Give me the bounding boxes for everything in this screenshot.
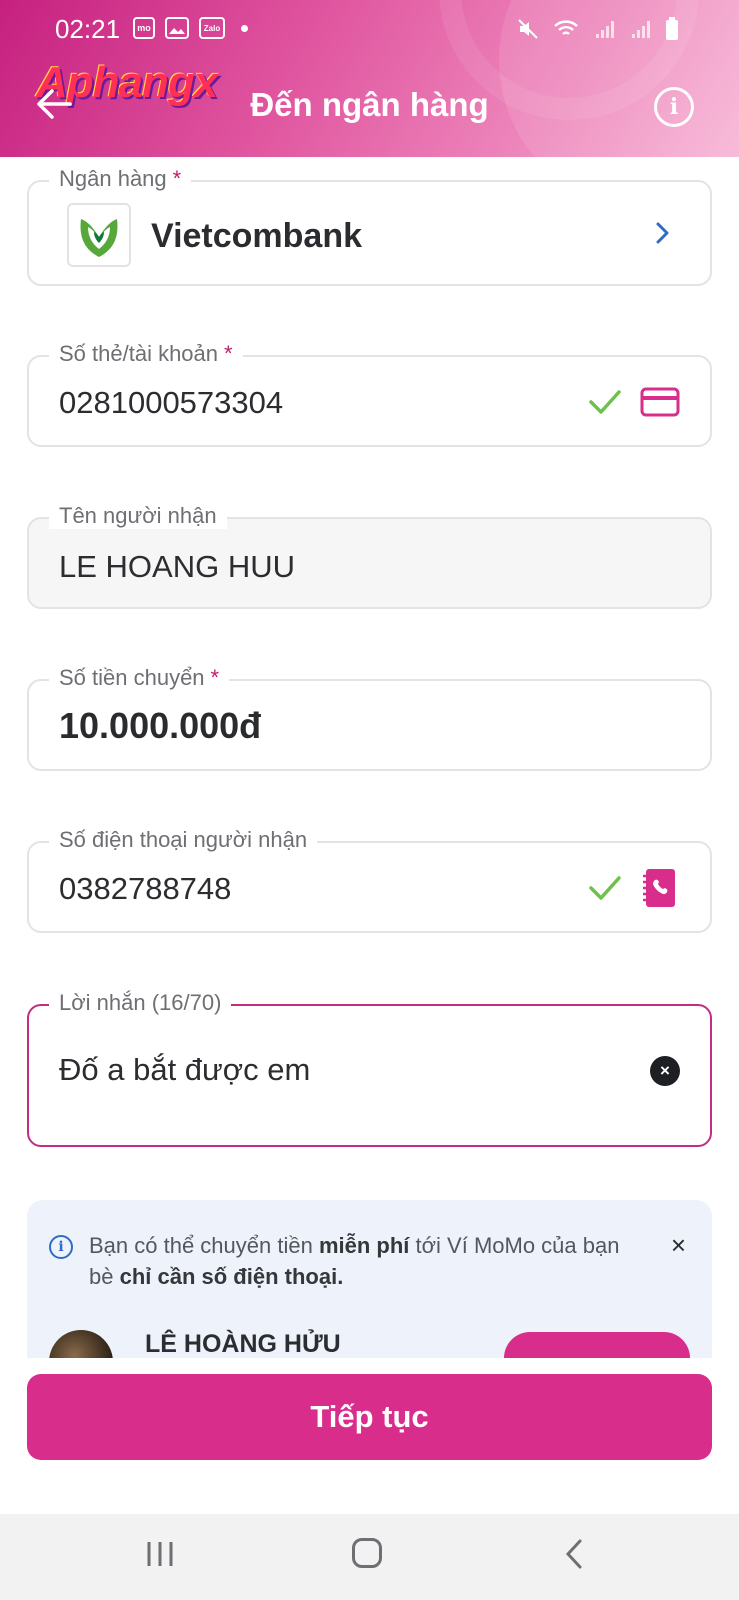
amount-value[interactable]: 10.000.000đ xyxy=(59,705,261,747)
info-icon[interactable]: i xyxy=(654,87,694,127)
amount-field-label: Số tiền chuyển * xyxy=(49,665,230,691)
notification-icons: mo Zalo xyxy=(133,17,248,39)
required-mark: * xyxy=(172,166,182,191)
gallery-notification-icon xyxy=(165,17,189,39)
more-notifications-dot xyxy=(241,24,248,32)
suggested-contact-button[interactable] xyxy=(504,1332,690,1358)
avatar xyxy=(49,1330,113,1358)
app-header: 02:21 mo Zalo Aphangx Đến ngân hàng i xyxy=(0,0,739,157)
clear-icon[interactable]: × xyxy=(650,1056,680,1086)
account-number-value[interactable]: 0281000573304 xyxy=(59,385,283,421)
nav-recent-icon[interactable] xyxy=(145,1538,175,1570)
recipient-name-value: LE HOANG HUU xyxy=(59,549,295,584)
info-icon: i xyxy=(49,1235,73,1259)
promo-banner-area: i Bạn có thể chuyển tiền miễn phí tới Ví… xyxy=(0,1190,739,1358)
amount-field[interactable]: Số tiền chuyển * 10.000.000đ xyxy=(27,665,712,771)
chevron-right-icon xyxy=(656,222,669,244)
mute-icon xyxy=(518,19,538,39)
system-icons xyxy=(517,17,679,41)
check-icon xyxy=(589,390,621,414)
bank-selector[interactable]: Ngân hàng * Vietcombank xyxy=(27,166,712,286)
system-nav-bar xyxy=(0,1514,739,1600)
recipient-phone-field[interactable]: Số điện thoại người nhận 0382788748 xyxy=(27,827,712,933)
signal-icon-2 xyxy=(632,21,650,38)
close-icon[interactable]: × xyxy=(671,1230,686,1261)
promo-text: Bạn có thể chuyển tiền miễn phí tới Ví M… xyxy=(89,1233,620,1289)
bank-name: Vietcombank xyxy=(151,217,363,255)
phone-field-label: Số điện thoại người nhận xyxy=(49,827,318,853)
promo-banner: i Bạn có thể chuyển tiền miễn phí tới Ví… xyxy=(27,1200,712,1358)
contact-book-icon[interactable] xyxy=(642,868,676,908)
recipient-name-label: Tên người nhận xyxy=(49,503,227,529)
page-title: Đến ngân hàng xyxy=(250,86,489,123)
required-mark: * xyxy=(224,341,233,366)
status-time: 02:21 xyxy=(55,14,121,44)
continue-button[interactable]: Tiếp tục xyxy=(27,1374,712,1460)
vietcombank-logo-icon xyxy=(67,203,131,267)
message-field[interactable]: Lời nhắn (16/70) Đố a bắt được em × xyxy=(27,990,712,1147)
recipient-name-field: Tên người nhận LE HOANG HUU xyxy=(27,503,712,609)
status-bar: 02:21 mo Zalo xyxy=(0,0,739,60)
card-icon[interactable] xyxy=(640,387,680,417)
account-field-label: Số thẻ/tài khoản * xyxy=(49,341,243,367)
nav-back-icon[interactable] xyxy=(562,1538,586,1570)
account-number-field[interactable]: Số thẻ/tài khoản * 0281000573304 xyxy=(27,341,712,447)
check-icon xyxy=(589,876,621,900)
zalo-notification-icon: Zalo xyxy=(199,17,225,39)
bank-field-label: Ngân hàng * xyxy=(49,166,192,192)
required-mark: * xyxy=(210,665,220,690)
wifi-icon xyxy=(554,20,578,35)
momo-notification-icon: mo xyxy=(133,17,155,39)
message-field-label: Lời nhắn (16/70) xyxy=(49,990,232,1016)
nav-home-icon[interactable] xyxy=(352,1538,382,1568)
message-value[interactable]: Đố a bắt được em xyxy=(59,1052,310,1088)
battery-icon xyxy=(666,17,678,40)
suggested-contact-name: LÊ HOÀNG HỬU xyxy=(145,1330,341,1358)
phone-value[interactable]: 0382788748 xyxy=(59,871,231,907)
signal-icon xyxy=(596,21,614,38)
